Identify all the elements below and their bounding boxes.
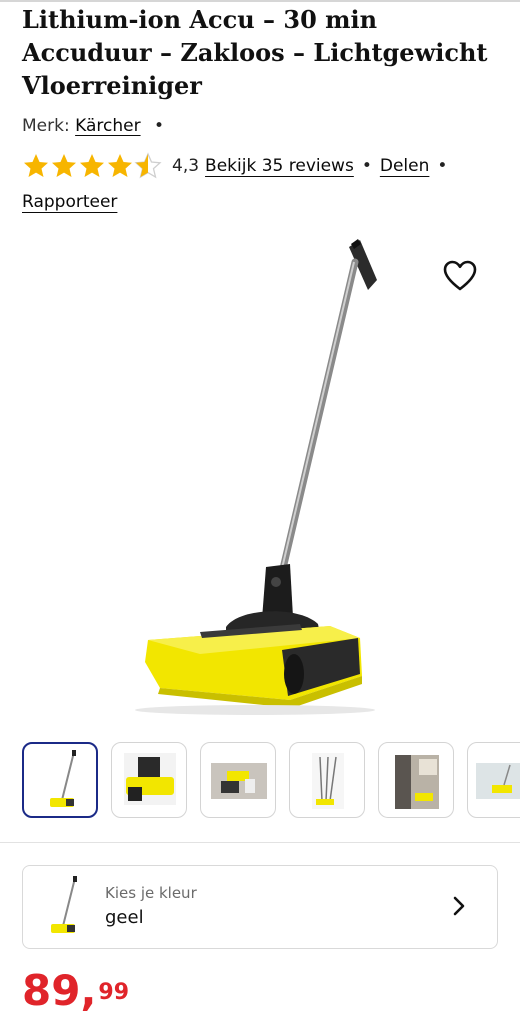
report-link[interactable]: Rapporteer xyxy=(22,192,117,212)
rating-value: 4,3 xyxy=(172,156,200,176)
top-divider xyxy=(0,0,520,2)
thumbnail-3[interactable] xyxy=(200,742,276,818)
thumbnail-1[interactable] xyxy=(22,742,98,818)
product-image xyxy=(0,222,520,722)
reviews-link[interactable]: Bekijk 35 reviews xyxy=(205,156,354,176)
room-thumbnail-icon xyxy=(476,763,520,799)
price: 89,99 xyxy=(22,966,129,1016)
section-divider xyxy=(0,842,520,843)
detail-thumbnail-icon xyxy=(211,763,267,799)
thumbnail-2[interactable] xyxy=(111,742,187,818)
thumbnail-4[interactable] xyxy=(289,742,365,818)
brand-row: Merk: Kärcher • xyxy=(22,116,172,136)
price-euros: 89, xyxy=(22,966,97,1015)
product-title: Lithium-ion Accu – 30 min Accuduur – Zak… xyxy=(22,5,488,100)
thumbnail-6[interactable] xyxy=(467,742,520,818)
chevron-right-icon xyxy=(453,896,465,916)
color-label: Kies je kleur xyxy=(105,884,197,902)
in-use-thumbnail-icon xyxy=(395,755,439,809)
brand-prefix: Merk: xyxy=(22,116,70,136)
color-variant-thumbnail xyxy=(51,876,77,933)
wishlist-heart-icon[interactable] xyxy=(442,258,478,294)
stars-icon xyxy=(24,153,161,178)
thumbnail-5[interactable] xyxy=(378,742,454,818)
height-positions-thumbnail-icon xyxy=(312,753,344,809)
price-cents: 99 xyxy=(98,980,130,1005)
share-link[interactable]: Delen xyxy=(380,156,430,176)
brand-link[interactable]: Kärcher xyxy=(75,116,140,136)
star-rating xyxy=(22,152,162,180)
floor-sweeper-image xyxy=(135,239,377,715)
closeup-thumbnail-icon xyxy=(124,753,176,805)
separator-dot: • xyxy=(153,116,164,136)
sweeper-thumbnail-icon xyxy=(50,750,76,807)
color-selector[interactable]: Kies je kleur geel xyxy=(22,865,498,949)
separator-dot: • xyxy=(437,156,448,176)
separator-dot: • xyxy=(361,156,372,176)
color-value: geel xyxy=(105,907,144,928)
thumbnail-strip xyxy=(22,742,520,822)
rating-row: 4,3 Bekijk 35 reviews • Delen • xyxy=(22,152,455,180)
